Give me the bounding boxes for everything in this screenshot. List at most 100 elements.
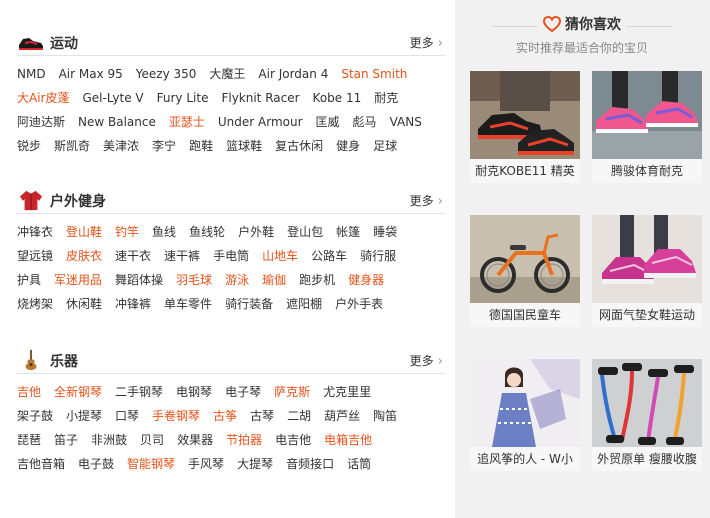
category-tag-link[interactable]: 小提琴 xyxy=(66,404,102,428)
category-tag-link[interactable]: 智能钢琴 xyxy=(127,452,175,476)
category-tag-link[interactable]: 美津浓 xyxy=(103,134,139,158)
category-tag-link[interactable]: 登山包 xyxy=(287,220,323,244)
category-tag-link[interactable]: 鱼线轮 xyxy=(189,220,225,244)
category-tag-link[interactable]: 羽毛球 xyxy=(176,268,212,292)
category-tag-link[interactable]: Under Armour xyxy=(218,110,303,134)
category-tag-link[interactable]: 登山鞋 xyxy=(66,220,102,244)
category-tag-link[interactable]: 健身器 xyxy=(348,268,384,292)
category-tag-link[interactable]: 大Air皮蓬 xyxy=(17,86,69,110)
category-tag-link[interactable]: 跑步机 xyxy=(299,268,335,292)
category-tag-link[interactable]: 大提琴 xyxy=(237,452,273,476)
category-tag-link[interactable]: 手风琴 xyxy=(188,452,224,476)
category-tag-link[interactable]: 阿迪达斯 xyxy=(17,110,65,134)
category-tag-link[interactable]: 冲锋裤 xyxy=(115,292,151,316)
category-tag-link[interactable]: 电钢琴 xyxy=(176,380,212,404)
category-tag-link[interactable]: 复古休闲 xyxy=(275,134,323,158)
category-tag-link[interactable]: 亚瑟士 xyxy=(169,110,205,134)
category-tag-link[interactable]: 骑行服 xyxy=(360,244,396,268)
category-tag-link[interactable]: 大魔王 xyxy=(209,62,245,86)
category-tag-link[interactable]: Yeezy 350 xyxy=(136,62,197,86)
category-tag-link[interactable]: 萨克斯 xyxy=(274,380,310,404)
category-tag-link[interactable]: 斯凯奇 xyxy=(54,134,90,158)
category-tag-link[interactable]: Fury Lite xyxy=(157,86,209,110)
category-tag-link[interactable]: 葫芦丝 xyxy=(324,404,360,428)
category-tag-link[interactable]: 钓竿 xyxy=(115,220,139,244)
category-tag-link[interactable]: 篮球鞋 xyxy=(226,134,262,158)
category-tag-link[interactable]: 电箱吉他 xyxy=(324,428,372,452)
category-tag-link[interactable]: VANS xyxy=(390,110,422,134)
category-tag-link[interactable]: 架子鼓 xyxy=(17,404,53,428)
category-tag-link[interactable]: Air Max 95 xyxy=(59,62,123,86)
category-tag-link[interactable]: 笛子 xyxy=(54,428,78,452)
category-tag-link[interactable]: 尤克里里 xyxy=(323,380,371,404)
category-tag-link[interactable]: 非洲鼓 xyxy=(91,428,127,452)
category-tag-link[interactable]: 休闲鞋 xyxy=(66,292,102,316)
category-tag-link[interactable]: New Balance xyxy=(78,110,156,134)
category-tag-link[interactable]: 彪马 xyxy=(353,110,377,134)
category-tag-link[interactable]: 古筝 xyxy=(213,404,237,428)
category-tag-link[interactable]: 耐克 xyxy=(374,86,398,110)
more-link[interactable]: 更多 xyxy=(410,192,443,209)
category-tag-link[interactable]: 速干衣 xyxy=(115,244,151,268)
product-card[interactable]: 外贸原单 瘦腰收腹 xyxy=(592,359,702,471)
category-tag-link[interactable]: 二胡 xyxy=(287,404,311,428)
category-tag-link[interactable]: 音频接口 xyxy=(286,452,334,476)
product-card[interactable]: 耐克KOBE11 精英 xyxy=(470,71,580,183)
category-tag-link[interactable]: 鱼线 xyxy=(152,220,176,244)
more-link[interactable]: 更多 xyxy=(410,34,443,51)
category-tag-link[interactable]: Stan Smith xyxy=(341,62,407,86)
category-tag-link[interactable]: 舞蹈体操 xyxy=(115,268,163,292)
category-tag-link[interactable]: 跑鞋 xyxy=(189,134,213,158)
product-card[interactable]: 德国国民童车 xyxy=(470,215,580,327)
category-tag-link[interactable]: 匡威 xyxy=(316,110,340,134)
category-tag-link[interactable]: 陶笛 xyxy=(373,404,397,428)
category-tag-link[interactable]: 单车零件 xyxy=(164,292,212,316)
category-tag-link[interactable]: 烧烤架 xyxy=(17,292,53,316)
category-tag-link[interactable]: 骑行装备 xyxy=(225,292,273,316)
category-tag-link[interactable]: Kobe 11 xyxy=(313,86,362,110)
product-card[interactable]: 网面气垫女鞋运动 xyxy=(592,215,702,327)
category-tag-link[interactable]: 户外鞋 xyxy=(238,220,274,244)
category-tag-link[interactable]: 瑜伽 xyxy=(262,268,286,292)
category-tag-link[interactable]: 李宁 xyxy=(152,134,176,158)
more-link[interactable]: 更多 xyxy=(410,352,443,369)
product-card[interactable]: 追风筝的人 - W小 xyxy=(470,359,580,471)
category-tag-link[interactable]: Air Jordan 4 xyxy=(258,62,328,86)
category-tag-link[interactable]: 电子琴 xyxy=(225,380,261,404)
category-tag-link[interactable]: 电吉他 xyxy=(275,428,311,452)
category-tag-link[interactable]: 军迷用品 xyxy=(54,268,102,292)
category-tag-link[interactable]: 电子鼓 xyxy=(78,452,114,476)
category-tag-link[interactable]: 吉他音箱 xyxy=(17,452,65,476)
category-tag-link[interactable]: 吉他 xyxy=(17,380,41,404)
category-tag-link[interactable]: 琵琶 xyxy=(17,428,41,452)
category-tag-link[interactable]: 话筒 xyxy=(347,452,371,476)
category-tag-link[interactable]: Flyknit Racer xyxy=(221,86,299,110)
category-tag-link[interactable]: 护具 xyxy=(17,268,41,292)
category-tag-link[interactable]: 望远镜 xyxy=(17,244,53,268)
category-tag-link[interactable]: NMD xyxy=(17,62,46,86)
category-tag-link[interactable]: 口琴 xyxy=(115,404,139,428)
category-tag-link[interactable]: 二手钢琴 xyxy=(115,380,163,404)
category-tag-link[interactable]: 速干裤 xyxy=(164,244,200,268)
category-tag-link[interactable]: 全新钢琴 xyxy=(54,380,102,404)
category-tag-link[interactable]: 帐篷 xyxy=(336,220,360,244)
category-tag-link[interactable]: 公路车 xyxy=(311,244,347,268)
category-tag-link[interactable]: 锐步 xyxy=(17,134,41,158)
category-tag-link[interactable]: 遮阳棚 xyxy=(286,292,322,316)
category-tag-link[interactable]: 皮肤衣 xyxy=(66,244,102,268)
category-tag-link[interactable]: Gel-Lyte V xyxy=(82,86,143,110)
category-tag-link[interactable]: 健身 xyxy=(336,134,360,158)
category-tag-link[interactable]: 足球 xyxy=(373,134,397,158)
category-tag-link[interactable]: 古琴 xyxy=(250,404,274,428)
product-card[interactable]: 腾骏体育耐克 xyxy=(592,71,702,183)
category-tag-link[interactable]: 贝司 xyxy=(140,428,164,452)
category-tag-link[interactable]: 效果器 xyxy=(177,428,213,452)
category-tag-link[interactable]: 山地车 xyxy=(262,244,298,268)
category-tag-link[interactable]: 户外手表 xyxy=(335,292,383,316)
category-tag-link[interactable]: 游泳 xyxy=(225,268,249,292)
category-tag-link[interactable]: 手卷钢琴 xyxy=(152,404,200,428)
category-tag-link[interactable]: 手电筒 xyxy=(213,244,249,268)
category-tag-link[interactable]: 睡袋 xyxy=(373,220,397,244)
category-tag-link[interactable]: 节拍器 xyxy=(226,428,262,452)
category-tag-link[interactable]: 冲锋衣 xyxy=(17,220,53,244)
